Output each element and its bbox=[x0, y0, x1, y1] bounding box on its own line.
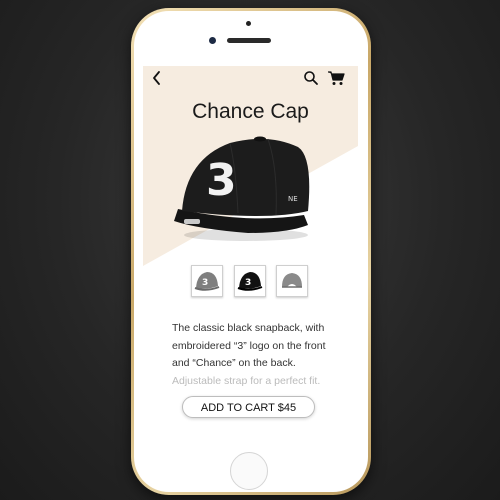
add-to-cart-button[interactable]: ADD TO CART $45 bbox=[182, 396, 315, 418]
svg-text:3: 3 bbox=[245, 278, 251, 288]
phone-camera bbox=[209, 37, 216, 44]
thumbnail-grey-cap[interactable]: 3 bbox=[191, 265, 223, 297]
cart-icon[interactable] bbox=[327, 70, 345, 86]
thumbnail-black-cap[interactable]: 3 bbox=[234, 265, 266, 297]
product-description: The classic black snapback, with embroid… bbox=[172, 320, 337, 390]
back-chevron-icon[interactable] bbox=[151, 70, 163, 86]
brand-mark: NE bbox=[288, 195, 298, 203]
black-cap-icon: 3 bbox=[237, 272, 263, 291]
cap-logo-3: 3 bbox=[206, 155, 237, 206]
description-faded-text: Adjustable strap for a perfect fit. bbox=[172, 374, 321, 387]
search-icon[interactable] bbox=[303, 70, 319, 86]
home-button[interactable] bbox=[230, 452, 268, 490]
app-screen: Chance Cap 3 NE 3 3 The classic black sn… bbox=[143, 66, 358, 438]
thumbnail-strip: 3 3 bbox=[191, 265, 311, 297]
thumbnail-cap-back[interactable] bbox=[276, 265, 308, 297]
grey-cap-icon: 3 bbox=[194, 272, 220, 291]
product-image: 3 NE bbox=[174, 136, 310, 241]
cap-back-icon bbox=[282, 273, 302, 288]
description-text: The classic black snapback, with embroid… bbox=[172, 322, 326, 369]
phone-earpiece bbox=[227, 38, 271, 43]
product-title: Chance Cap bbox=[192, 100, 309, 123]
svg-text:3: 3 bbox=[202, 278, 208, 288]
phone-speaker bbox=[246, 21, 251, 26]
